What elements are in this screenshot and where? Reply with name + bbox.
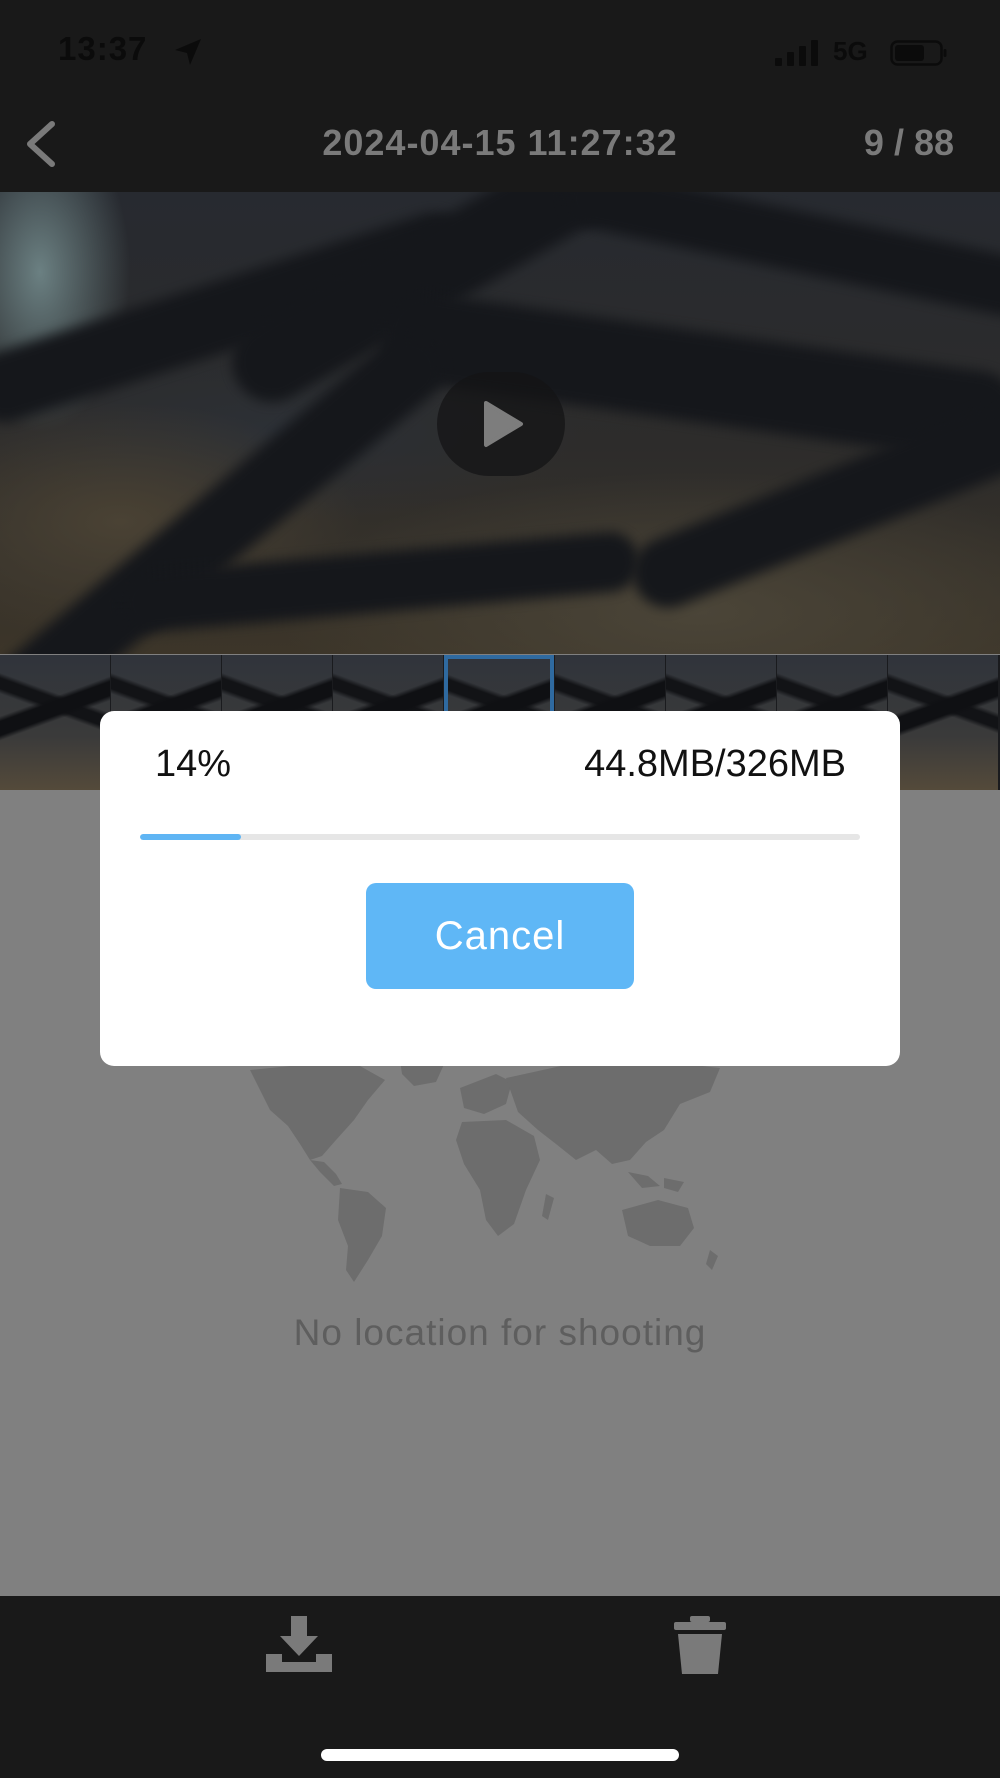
play-button[interactable]: [437, 372, 565, 476]
download-progress-dialog: 14% 44.8MB/326MB Cancel: [100, 711, 900, 1066]
thumbnail[interactable]: [888, 655, 998, 790]
location-arrow-icon: [175, 39, 201, 65]
no-location-message: No location for shooting: [293, 1312, 707, 1353]
signal-bars-icon: [775, 40, 818, 66]
status-time: 13:37: [58, 30, 148, 67]
progress-bar-fill: [140, 834, 241, 840]
download-icon[interactable]: [262, 1614, 336, 1674]
network-type: 5G: [833, 36, 868, 66]
download-size: 44.8MB/326MB: [584, 743, 846, 785]
home-indicator[interactable]: [321, 1749, 679, 1761]
play-icon: [484, 401, 523, 447]
trash-icon[interactable]: [672, 1616, 728, 1674]
progress-bar: [140, 834, 860, 840]
media-counter: 9 / 88: [863, 122, 954, 163]
progress-percent: 14%: [155, 743, 232, 785]
page-title: 2024-04-15 11:27:32: [322, 122, 678, 163]
thumbnail[interactable]: [0, 655, 110, 790]
world-map-icon: [250, 1060, 720, 1282]
cancel-button[interactable]: Cancel: [366, 883, 634, 989]
battery-icon: [890, 40, 947, 66]
